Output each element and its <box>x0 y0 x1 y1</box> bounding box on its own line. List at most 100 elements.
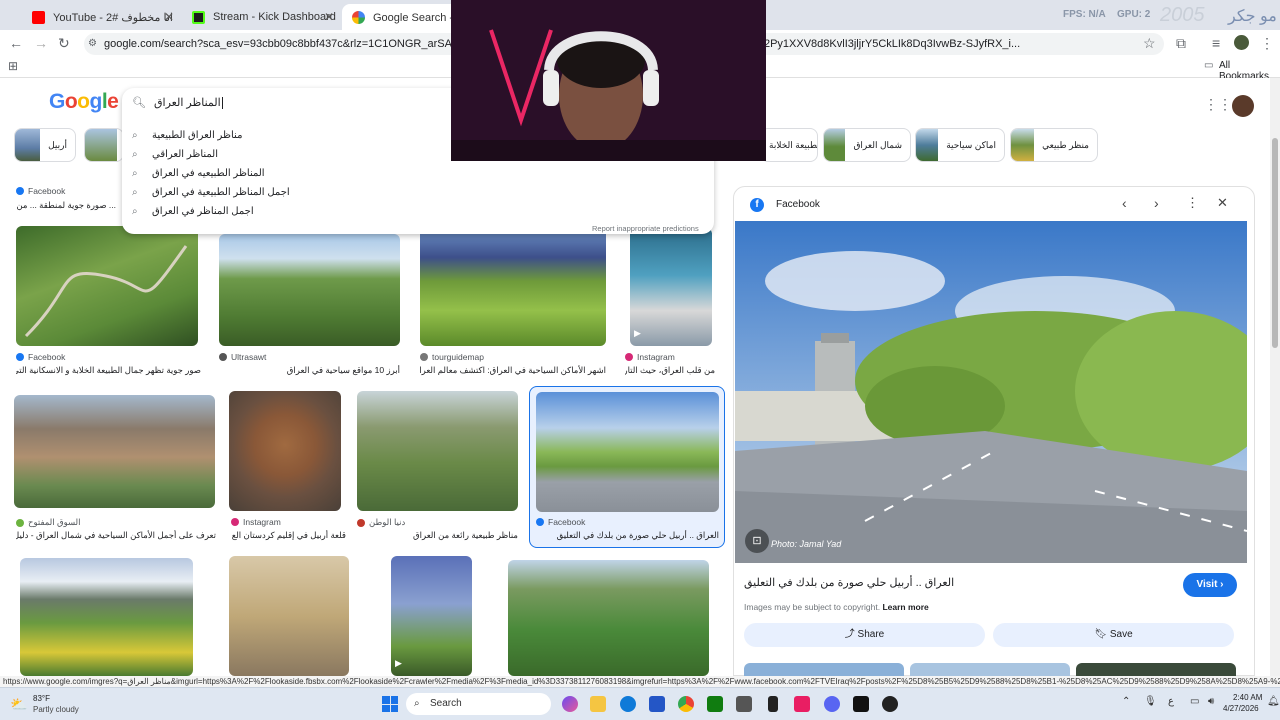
site-info-icon[interactable]: ⚙ <box>88 33 97 55</box>
result-image[interactable]: ▶ <box>391 556 472 676</box>
result-caption[interactable]: أبرز 10 مواقع سياحية في العراق <box>219 365 400 376</box>
suggestion-item[interactable]: ⌕ المناظر العراقي <box>132 145 218 163</box>
mp4-app-icon[interactable] <box>794 696 810 712</box>
result-caption[interactable]: العراق .. أربيل حلي صورة من بلدك في التع… <box>536 530 719 541</box>
result-image[interactable]: ▶ <box>630 228 712 346</box>
result-image[interactable] <box>20 558 193 676</box>
result-image[interactable] <box>229 391 341 511</box>
scrollbar-thumb[interactable] <box>1272 138 1278 348</box>
kick-icon <box>192 10 205 24</box>
suggestion-item[interactable]: ⌕ اجمل المناظر الطبيعية في العراق <box>132 183 290 201</box>
suggestion-item[interactable]: ⌕ اجمل المناظر في العراق <box>132 202 254 220</box>
forward-arrow-icon[interactable]: → <box>34 35 48 51</box>
tiktok-icon[interactable] <box>853 696 869 712</box>
panel-source[interactable]: Facebook <box>776 199 820 210</box>
file-explorer-icon[interactable] <box>590 696 606 712</box>
prev-arrow-icon[interactable]: ‹ <box>1122 195 1127 211</box>
chevron-up-icon[interactable]: ⌃ <box>1122 696 1130 707</box>
result-source: Facebook <box>536 517 585 527</box>
controller-icon[interactable] <box>736 696 752 712</box>
clock-time[interactable]: 2:40 AM <box>1233 693 1262 702</box>
copilot-icon[interactable] <box>562 696 578 712</box>
google-logo[interactable]: Google <box>49 90 119 114</box>
result-image[interactable] <box>16 226 198 346</box>
windows-start-icon[interactable] <box>382 696 398 712</box>
chip-thumbnail <box>85 129 117 161</box>
profile-avatar[interactable] <box>1234 35 1249 50</box>
result-image[interactable] <box>229 556 349 676</box>
extensions-icon[interactable]: ⧉ <box>1176 35 1186 52</box>
close-icon[interactable]: ✕ <box>1217 195 1228 211</box>
related-image[interactable] <box>1076 663 1236 676</box>
search-input[interactable]: المناظر العراق <box>154 94 454 112</box>
edge-icon[interactable] <box>620 696 636 712</box>
close-tab-icon[interactable]: ✕ <box>164 10 174 24</box>
visit-button[interactable]: Visit › <box>1183 573 1237 597</box>
page-scrollbar[interactable] <box>1270 78 1280 676</box>
result-caption[interactable]: صور جوية تظهر جمال الطبيعة الخلابة و الا… <box>16 365 201 376</box>
related-image[interactable] <box>910 663 1070 676</box>
corner-overlay-text: مو جكر <box>1228 8 1277 25</box>
display-icon[interactable]: ▭ <box>1190 696 1199 707</box>
obs-icon[interactable] <box>882 696 898 712</box>
notification-bell-icon[interactable]: 🔔︎ <box>1267 696 1280 707</box>
store-icon[interactable] <box>649 696 665 712</box>
save-button[interactable]: 🔖︎ Save <box>993 623 1234 647</box>
reload-icon[interactable]: ↻ <box>58 35 70 52</box>
menu-icon[interactable]: ⋮ <box>1260 35 1274 52</box>
filter-chip[interactable]: الطبيعة الخلابة <box>760 128 818 162</box>
result-image[interactable] <box>357 391 518 511</box>
account-avatar[interactable] <box>1232 95 1254 117</box>
discord-icon[interactable] <box>824 696 840 712</box>
filter-chip[interactable]: أربيل <box>14 128 76 162</box>
filter-chip[interactable] <box>84 128 124 162</box>
back-arrow-icon[interactable]: ← <box>9 35 23 51</box>
selected-result-card[interactable]: Facebook العراق .. أربيل حلي صورة من بلد… <box>529 386 725 548</box>
tab-youtube[interactable]: YouTube - انا مخطوف #2 ✕ <box>22 4 182 30</box>
suggestion-item[interactable]: ⌕ مناظر العراق الطبيعية <box>132 126 242 144</box>
microphone-icon[interactable]: 🎙︎ <box>1144 696 1157 707</box>
report-predictions-link[interactable]: Report inappropriate predictions <box>592 224 699 233</box>
result-image[interactable] <box>219 234 400 346</box>
filter-chip[interactable]: منظر طبيعي <box>1010 128 1098 162</box>
xbox-icon[interactable] <box>707 696 723 712</box>
webcam-overlay <box>451 0 766 161</box>
suggestion-item[interactable]: ⌕ المناظر الطبيعيه في العراق <box>132 164 265 182</box>
share-button[interactable]: ⤴ Share <box>744 623 985 647</box>
more-options-icon[interactable]: ⋮ <box>1186 195 1199 211</box>
panel-title[interactable]: العراق .. أربيل حلي صورة من بلدك في التع… <box>744 576 954 589</box>
result-image[interactable] <box>14 395 215 508</box>
result-caption[interactable]: مناظر طبيعية رائعة من العراق <box>357 530 518 541</box>
result-image[interactable] <box>536 392 719 512</box>
result-image[interactable] <box>420 228 606 346</box>
weather-temp[interactable]: 83°F <box>33 694 50 703</box>
star-icon[interactable]: ☆ <box>1143 35 1156 52</box>
weather-desc[interactable]: Partly cloudy <box>33 705 79 714</box>
language-icon[interactable]: ع <box>1168 696 1174 707</box>
result-caption[interactable]: تعرف على أجمل الأماكن السياحية في شمال ا… <box>16 530 216 541</box>
result-image[interactable] <box>508 560 709 676</box>
preview-image[interactable]: ⊡ Photo: Jamal Yad <box>735 221 1247 563</box>
close-tab-icon[interactable]: ✕ <box>324 10 334 24</box>
lens-icon[interactable]: ⊡ <box>745 529 769 553</box>
learn-more-link[interactable]: Learn more <box>882 602 928 612</box>
filter-chip[interactable]: اماكن سياحية <box>915 128 1005 162</box>
weather-icon: ⛅ <box>10 696 28 712</box>
result-caption[interactable]: قلعة أربيل في إقليم كردستان الع... <box>231 530 346 541</box>
filter-chip[interactable]: شمال العراق <box>823 128 911 162</box>
result-caption[interactable]: من قلب العراق، حيث التاري... <box>625 365 715 376</box>
result-source: Facebook <box>16 186 65 196</box>
chrome-icon[interactable] <box>678 696 694 712</box>
google-apps-icon[interactable]: ⋮⋮ <box>1204 96 1232 113</box>
result-caption[interactable]: اشهر الأماكن السياحية في العراق: اكتشف م… <box>420 365 606 376</box>
volume-icon[interactable]: 🔊︎ <box>1208 696 1214 707</box>
taskbar-search[interactable]: ⌕ Search <box>406 693 551 715</box>
next-arrow-icon[interactable]: › <box>1154 195 1159 211</box>
result-caption[interactable]: ... صورة جوية لمنطقة ... من محافظة دهوك … <box>16 200 116 211</box>
clock-date[interactable]: 4/27/2026 <box>1223 704 1259 713</box>
related-image[interactable] <box>744 663 904 676</box>
usb-icon[interactable] <box>768 696 778 712</box>
apps-grid-icon[interactable]: ⊞ <box>8 59 18 73</box>
reading-list-icon[interactable]: ≡ <box>1212 35 1220 51</box>
tab-kick[interactable]: Stream - Kick Dashboard ✕ <box>182 4 342 30</box>
